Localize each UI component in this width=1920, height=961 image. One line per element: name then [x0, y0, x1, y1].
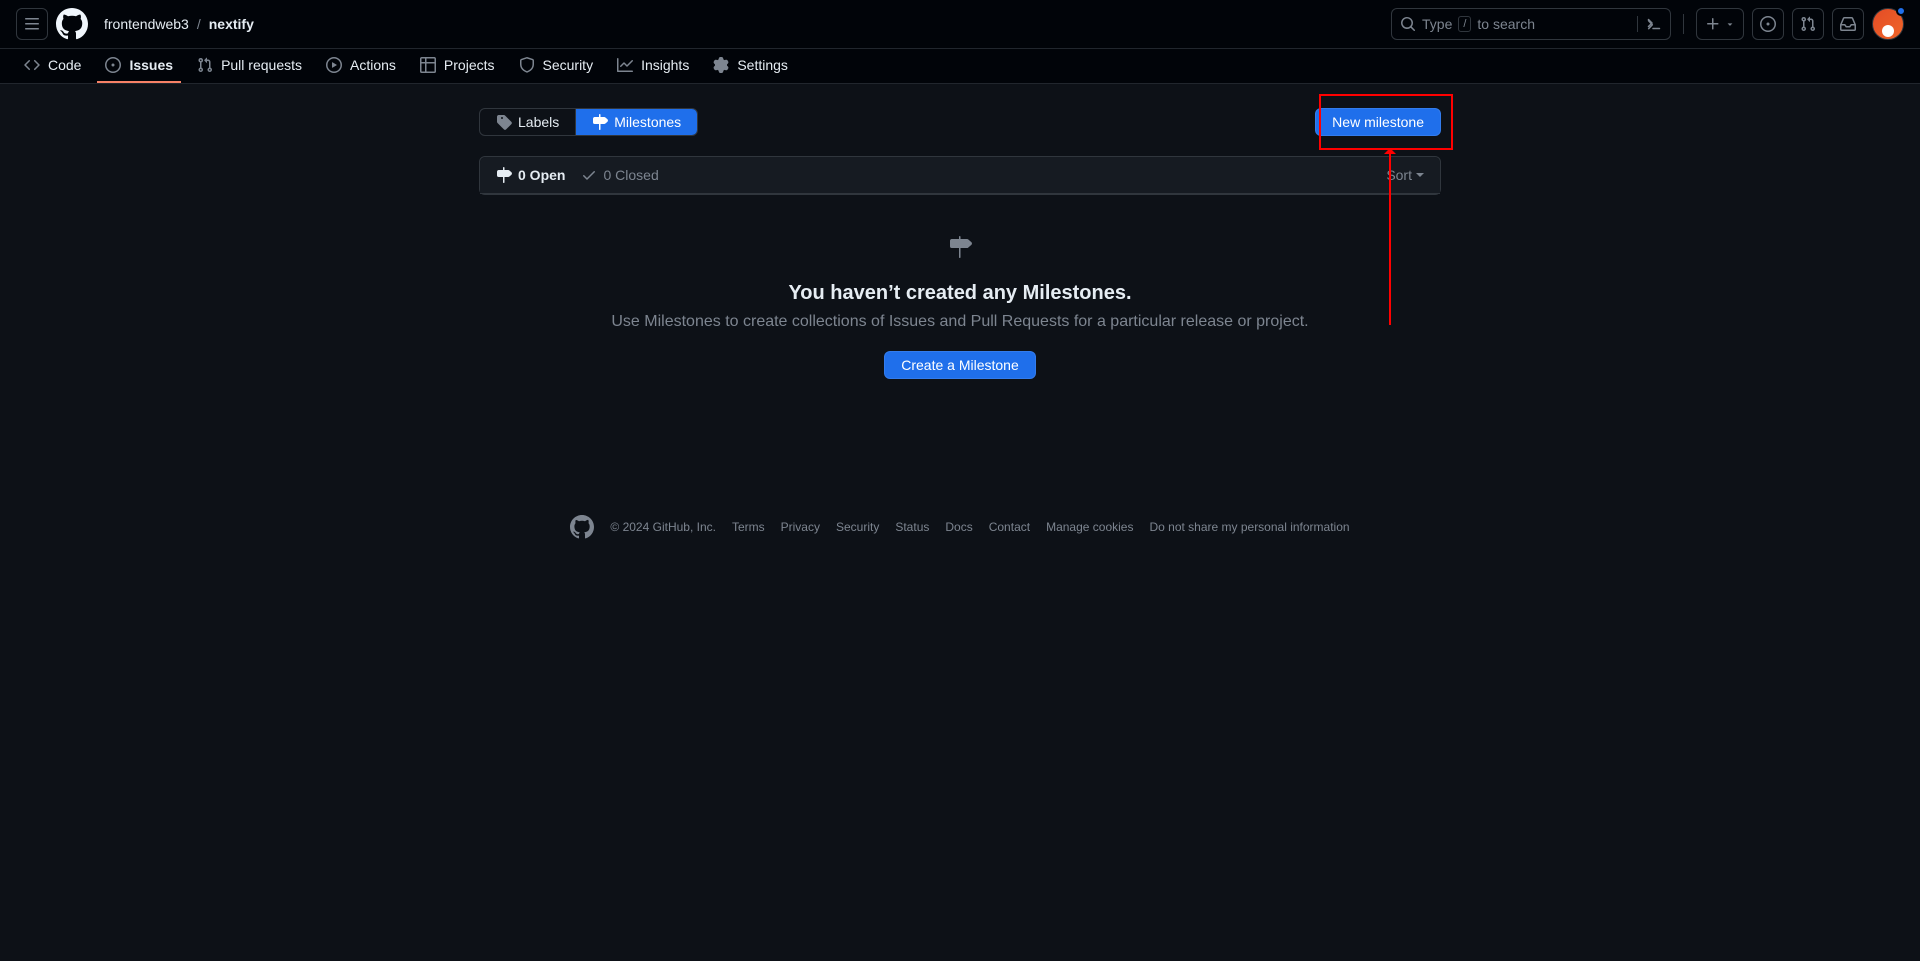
tab-label: Security — [543, 57, 594, 73]
check-icon — [581, 167, 597, 183]
play-icon — [326, 57, 342, 73]
search-input[interactable]: Type / to search — [1391, 8, 1671, 40]
github-logo-icon[interactable] — [570, 515, 594, 539]
milestone-icon — [496, 167, 512, 183]
app-header: frontendweb3 / nextify Type / to search — [0, 0, 1920, 49]
tab-label: Code — [48, 57, 81, 73]
footer-copyright: © 2024 GitHub, Inc. — [610, 520, 716, 534]
milestones-box: 0 Open 0 Closed Sort — [479, 156, 1441, 195]
breadcrumb: frontendweb3 / nextify — [104, 16, 254, 32]
table-icon — [420, 57, 436, 73]
git-pull-request-icon — [1800, 16, 1816, 32]
tab-label: Projects — [444, 57, 495, 73]
issue-opened-icon — [105, 57, 121, 73]
tab-label: Issues — [129, 57, 173, 73]
milestones-box-header: 0 Open 0 Closed Sort — [480, 157, 1440, 194]
shield-icon — [519, 57, 535, 73]
notification-indicator-dot — [1896, 6, 1906, 16]
footer-link-privacy[interactable]: Privacy — [781, 520, 820, 534]
create-milestone-button[interactable]: Create a Milestone — [884, 351, 1036, 379]
new-milestone-button[interactable]: New milestone — [1315, 108, 1441, 136]
tab-label: Pull requests — [221, 57, 302, 73]
github-logo-icon[interactable] — [56, 8, 88, 40]
repo-nav: Code Issues Pull requests Actions Projec… — [0, 49, 1920, 84]
closed-milestones-filter[interactable]: 0 Closed — [581, 167, 658, 183]
sort-dropdown[interactable]: Sort — [1386, 167, 1424, 183]
open-count-label: 0 Open — [518, 167, 565, 183]
tab-issues[interactable]: Issues — [97, 49, 181, 83]
labels-tab-label: Labels — [518, 114, 559, 130]
main-content: Labels Milestones New milestone 0 Open 0… — [463, 84, 1457, 435]
create-new-dropdown[interactable] — [1696, 8, 1744, 40]
milestones-tab-label: Milestones — [614, 114, 681, 130]
milestone-icon — [948, 235, 972, 259]
issue-opened-icon — [1760, 16, 1776, 32]
site-footer: © 2024 GitHub, Inc. Terms Privacy Securi… — [375, 475, 1545, 579]
blankslate: You haven’t created any Milestones. Use … — [479, 195, 1441, 411]
breadcrumb-separator: / — [197, 16, 201, 32]
milestone-icon — [592, 114, 608, 130]
annotation-arrow — [1389, 150, 1391, 325]
footer-link-privacy-sell[interactable]: Do not share my personal information — [1149, 520, 1349, 534]
graph-icon — [617, 57, 633, 73]
owner-link[interactable]: frontendweb3 — [104, 16, 189, 32]
hamburger-menu-button[interactable] — [16, 8, 48, 40]
footer-link-docs[interactable]: Docs — [945, 520, 972, 534]
inbox-icon — [1840, 16, 1856, 32]
issues-global-button[interactable] — [1752, 8, 1784, 40]
tab-label: Actions — [350, 57, 396, 73]
milestone-subnav: Labels Milestones New milestone — [479, 108, 1441, 136]
tab-projects[interactable]: Projects — [412, 49, 503, 83]
tab-insights[interactable]: Insights — [609, 49, 697, 83]
blankslate-title: You haven’t created any Milestones. — [519, 282, 1401, 305]
blankslate-description: Use Milestones to create collections of … — [519, 313, 1401, 331]
footer-link-contact[interactable]: Contact — [989, 520, 1030, 534]
tab-settings[interactable]: Settings — [705, 49, 796, 83]
tag-icon — [496, 114, 512, 130]
footer-link-terms[interactable]: Terms — [732, 520, 765, 534]
search-icon — [1400, 16, 1416, 32]
footer-link-cookies[interactable]: Manage cookies — [1046, 520, 1133, 534]
tab-actions[interactable]: Actions — [318, 49, 404, 83]
open-milestones-filter[interactable]: 0 Open — [496, 167, 565, 183]
user-menu-button[interactable] — [1872, 8, 1904, 40]
footer-link-security[interactable]: Security — [836, 520, 879, 534]
pull-requests-global-button[interactable] — [1792, 8, 1824, 40]
footer-link-status[interactable]: Status — [895, 520, 929, 534]
command-palette-icon — [1646, 16, 1662, 32]
tab-security[interactable]: Security — [511, 49, 602, 83]
tab-pulls[interactable]: Pull requests — [189, 49, 310, 83]
gear-icon — [713, 57, 729, 73]
git-pull-request-icon — [197, 57, 213, 73]
code-icon — [24, 57, 40, 73]
closed-count-label: 0 Closed — [603, 167, 658, 183]
repo-link[interactable]: nextify — [209, 16, 254, 32]
milestones-tab[interactable]: Milestones — [576, 109, 697, 135]
tab-label: Settings — [737, 57, 788, 73]
notifications-button[interactable] — [1832, 8, 1864, 40]
tab-label: Insights — [641, 57, 689, 73]
tab-code[interactable]: Code — [16, 49, 89, 83]
search-prefix-text: Type — [1422, 16, 1452, 32]
search-suffix-text: to search — [1477, 16, 1535, 32]
labels-tab[interactable]: Labels — [480, 109, 576, 135]
triangle-down-icon — [1725, 19, 1735, 29]
header-divider — [1683, 14, 1684, 34]
three-bars-icon — [24, 16, 40, 32]
plus-icon — [1705, 16, 1721, 32]
slash-key-indicator: / — [1458, 16, 1471, 32]
